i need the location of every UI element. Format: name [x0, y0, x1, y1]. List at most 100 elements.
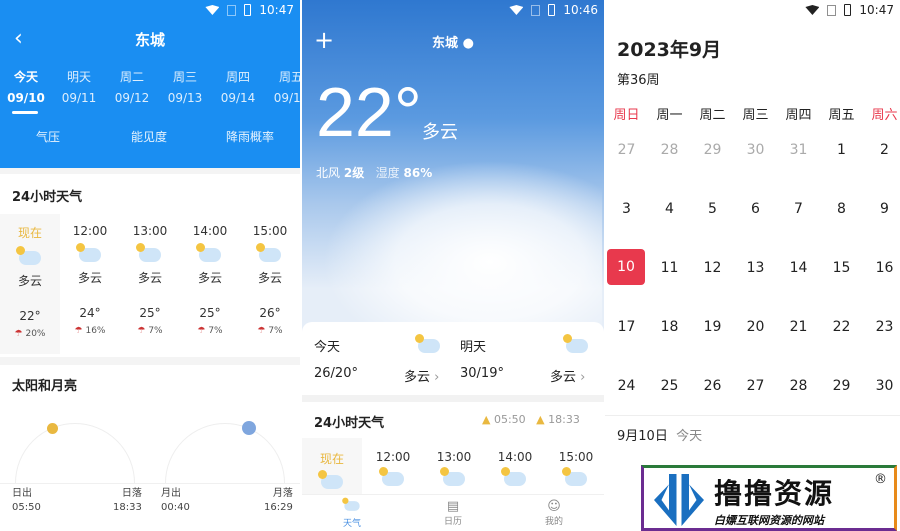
weekday-header: 周五 — [828, 108, 855, 123]
day-tab[interactable]: 周四 09/14 — [212, 68, 264, 105]
calendar-day[interactable]: 14 — [777, 260, 820, 276]
hour-item: 12:00 — [363, 450, 423, 489]
sim-icon — [531, 4, 541, 16]
calendar-day[interactable]: 19 — [691, 319, 734, 335]
day-tab[interactable]: 明天 09/11 — [53, 68, 105, 105]
hour-time: 15:00 — [558, 450, 594, 464]
hour-temp: 22° — [19, 309, 41, 323]
cloudy-icon — [16, 246, 41, 265]
day-name: 周三 — [172, 70, 197, 84]
metric-visibility[interactable]: 能见度 — [119, 128, 179, 145]
day-name: 明天 — [66, 70, 91, 84]
tomorrow-label: 明天 — [460, 340, 487, 355]
forecast-card: 今天 26/20° 多云 › 明天 30/19° 多云 › — [302, 322, 604, 395]
wifi-icon — [509, 5, 524, 15]
calendar-day[interactable]: 31 — [777, 142, 820, 158]
day-date: 09/15 — [273, 91, 300, 105]
calendar-day[interactable]: 26 — [691, 378, 734, 394]
hour-cond: 多云 — [137, 271, 162, 285]
weather-detail-screen: 10:47 ‹ 东城 今天 09/10 明天 09/11 周二 09/12 周三 09/13 周… — [0, 0, 300, 531]
day-tab[interactable]: 周三 09/13 — [159, 68, 211, 105]
hour-time: 现在 — [17, 226, 42, 240]
day-tab[interactable]: 周五 09/15 — [265, 68, 300, 105]
calendar-day[interactable]: 28 — [648, 142, 691, 158]
hour-item: 现在 多云 22° ☂ 20% — [0, 224, 60, 339]
tomorrow-cond-text: 多云 — [550, 370, 577, 385]
calendar-day[interactable]: 10 — [607, 249, 645, 285]
calendar-day[interactable]: 20 — [734, 319, 777, 335]
wifi-icon — [805, 5, 820, 15]
cloudy-icon — [136, 243, 161, 262]
calendar-day[interactable]: 24 — [605, 378, 648, 394]
hour-item: 14:00 多云 25° ☂ 7% — [180, 224, 240, 336]
hour-item: 13:00 多云 25° ☂ 7% — [120, 224, 180, 336]
calendar-day[interactable]: 3 — [605, 201, 648, 217]
calendar-day[interactable]: 25 — [648, 378, 691, 394]
hour-cond: 多云 — [257, 271, 282, 285]
calendar-day[interactable]: 12 — [691, 260, 734, 276]
calendar-day[interactable]: 7 — [777, 201, 820, 217]
nav-label: 我的 — [544, 517, 563, 527]
sunrise-label: 日出 — [12, 488, 32, 499]
calendar-day[interactable]: 29 — [691, 142, 734, 158]
cloudy-icon — [415, 334, 440, 353]
city-name[interactable]: 东城 — [432, 36, 458, 51]
metric-pressure[interactable]: 气压 — [18, 128, 78, 145]
calendar-day[interactable]: 15 — [820, 260, 863, 276]
calendar-day[interactable]: 17 — [605, 319, 648, 335]
sim-icon — [827, 4, 837, 16]
calendar-day[interactable]: 16 — [863, 260, 900, 276]
metric-rain[interactable]: 降雨概率 — [215, 128, 285, 145]
calendar-day[interactable]: 4 — [648, 201, 691, 217]
today-cond[interactable]: 多云 › — [404, 366, 439, 385]
sim-icon — [227, 4, 237, 16]
calendar-day[interactable]: 23 — [863, 319, 900, 335]
section-title: 24小时天气 — [12, 190, 83, 205]
nav-me[interactable]: ☺ 我的 — [504, 499, 604, 527]
umbrella-icon: ☂ — [257, 326, 266, 336]
sun-icon — [47, 423, 58, 434]
calendar-day[interactable]: 27 — [605, 142, 648, 158]
calendar-day[interactable]: 21 — [777, 319, 820, 335]
nav-label: 天气 — [342, 519, 361, 529]
sunrise-icon: ▲ — [482, 413, 491, 426]
hour-item: 15:00 — [546, 450, 604, 489]
watermark-logo: 撸撸资源 ® 白嫖互联网资源的网站 — [641, 465, 897, 531]
umbrella-icon: ☂ — [14, 329, 23, 339]
calendar-day[interactable]: 13 — [734, 260, 777, 276]
calendar-day[interactable]: 29 — [820, 378, 863, 394]
calendar-day[interactable]: 11 — [648, 260, 691, 276]
hour-temp: 25° — [139, 306, 161, 320]
day-tab[interactable]: 周二 09/12 — [106, 68, 158, 105]
calendar-day[interactable]: 1 — [820, 142, 863, 158]
cloudy-icon — [501, 467, 526, 486]
calendar-day[interactable]: 5 — [691, 201, 734, 217]
calendar-day[interactable]: 6 — [734, 201, 777, 217]
sunrise-time: 05:50 — [493, 413, 526, 426]
battery-icon — [244, 4, 252, 16]
calendar-day[interactable]: 27 — [734, 378, 777, 394]
tomorrow-cond[interactable]: 多云 › — [550, 366, 585, 385]
calendar-day[interactable]: 22 — [820, 319, 863, 335]
hour-item: 现在 — [302, 450, 362, 492]
calendar-day[interactable]: 9 — [863, 201, 900, 217]
calendar-day[interactable]: 30 — [734, 142, 777, 158]
day-name: 周四 — [225, 70, 250, 84]
moonset-label: 月落 — [272, 488, 293, 499]
section-title: 太阳和月亮 — [12, 379, 78, 394]
calendar-day[interactable]: 18 — [648, 319, 691, 335]
calendar-day[interactable]: 30 — [863, 378, 900, 394]
day-tab[interactable]: 今天 09/10 — [0, 68, 52, 105]
calendar-day[interactable]: 8 — [820, 201, 863, 217]
nav-calendar[interactable]: ▤ 日历 — [403, 499, 503, 527]
status-bar: 10:47 — [805, 0, 894, 20]
umbrella-icon: ☂ — [74, 326, 83, 336]
nav-weather[interactable]: 天气 — [302, 497, 402, 529]
calendar-day[interactable]: 2 — [863, 142, 900, 158]
hour-time: 14:00 — [497, 450, 533, 464]
day-date: 09/13 — [167, 91, 203, 105]
weekday-header: 周六 — [871, 108, 898, 123]
month-title[interactable]: 2023年9月 — [617, 35, 721, 62]
calendar-day[interactable]: 28 — [777, 378, 820, 394]
cloudy-icon — [196, 243, 221, 262]
